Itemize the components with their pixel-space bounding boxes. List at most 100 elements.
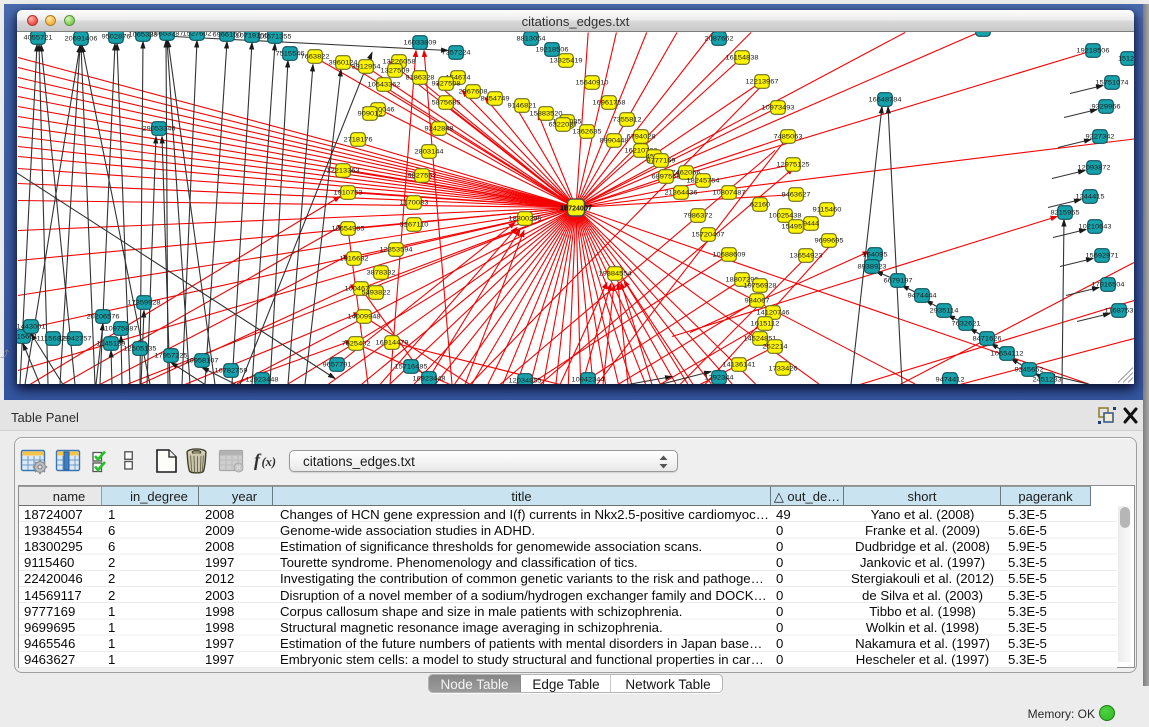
svg-text:9474412: 9474412 [936,377,966,383]
svg-text:16033809: 16033809 [404,40,438,46]
svg-text:3878332: 3878332 [367,270,397,276]
svg-text:15122: 15122 [1118,56,1134,62]
svg-text:7632621: 7632621 [952,321,982,327]
svg-text:19218506: 19218506 [536,47,570,53]
svg-text:1733426: 1733426 [769,366,799,372]
svg-text:17016504: 17016504 [1092,282,1126,288]
svg-text:16671355: 16671355 [259,34,293,40]
svg-text:10975887: 10975887 [105,326,139,332]
svg-text:14120746: 14120746 [757,310,791,316]
svg-text:18245754: 18245754 [687,178,721,184]
svg-text:15751074: 15751074 [1096,80,1130,86]
svg-text:20691406: 20691406 [65,36,99,42]
svg-text:6897568: 6897568 [652,174,682,180]
svg-text:19218506: 19218506 [1077,48,1111,54]
svg-text:10543362: 10543362 [368,82,402,88]
svg-text:17359928: 17359928 [128,300,162,306]
svg-text:2087662: 2087662 [705,36,735,42]
svg-text:9827552: 9827552 [408,173,438,179]
svg-text:9463627: 9463627 [782,192,812,198]
svg-text:9327508: 9327508 [432,81,462,87]
svg-text:20206576: 20206576 [87,314,121,320]
svg-text:12942757: 12942757 [59,336,93,342]
svg-text:8813054: 8813054 [517,36,547,42]
svg-text:16923448: 16923448 [413,376,447,382]
svg-text:2451233: 2451233 [1033,377,1063,383]
svg-text:14009948: 14009948 [348,314,382,320]
svg-text:7355812: 7355812 [613,117,643,123]
svg-text:1170083: 1170083 [400,200,430,206]
svg-text:12213363: 12213363 [327,168,361,174]
svg-text:7357224: 7357224 [442,50,472,56]
svg-text:8990448: 8990448 [600,138,630,144]
svg-text:10654985: 10654985 [332,226,366,232]
svg-text:12093872: 12093872 [1078,165,1112,171]
svg-text:5875685: 5875685 [432,100,462,106]
svg-text:6794028: 6794028 [627,134,657,140]
svg-text:10973493: 10973493 [762,105,796,111]
svg-text:9915661: 9915661 [17,334,38,340]
svg-text:9777169: 9777169 [647,158,677,164]
svg-text:252214: 252214 [763,344,789,350]
svg-text:10210643: 10210643 [1079,224,1113,230]
svg-text:18300295: 18300295 [509,216,543,222]
svg-text:9242848: 9242848 [425,126,455,132]
svg-text:10653287: 10653287 [151,32,185,38]
svg-text:1916682: 1916682 [340,256,370,262]
svg-text:8454749: 8454749 [481,96,511,102]
svg-text:12923448: 12923448 [246,377,280,383]
svg-text:12213967: 12213967 [746,79,780,85]
svg-text:1615112: 1615112 [751,321,781,327]
svg-text:9115460: 9115460 [813,207,843,213]
svg-text:1443001: 1443001 [17,324,46,330]
svg-text:15692971: 15692971 [1086,253,1120,259]
svg-text:10025438: 10025438 [769,213,803,219]
svg-text:984067: 984067 [745,298,771,304]
svg-text:(x): (x) [262,455,277,469]
svg-text:7986372: 7986372 [684,213,714,219]
svg-text:19384554: 19384554 [599,271,633,277]
svg-text:15720407: 15720407 [692,232,726,238]
svg-text:7625402: 7625402 [342,341,372,347]
svg-text:8215955: 8215955 [1051,210,1081,216]
svg-text:16914479: 16914479 [376,340,410,346]
svg-text:9227342: 9227342 [1086,134,1116,140]
svg-text:1244415: 1244415 [1076,194,1106,200]
svg-text:909012: 909012 [358,111,384,117]
svg-text:13654923: 13654923 [790,253,824,259]
svg-text:5493822: 5493822 [362,290,392,296]
svg-text:10942344: 10942344 [572,377,606,383]
svg-text:6679197: 6679197 [884,278,914,284]
svg-text:17957225: 17957225 [155,353,189,359]
svg-text:9657791: 9657791 [323,362,353,368]
svg-text:16961758: 16961758 [593,100,627,106]
svg-text:10958107: 10958107 [186,358,220,364]
svg-text:10688609: 10688609 [713,252,747,258]
svg-text:9146821: 9146821 [508,103,538,109]
svg-text:2803144: 2803144 [415,149,445,155]
svg-text:9502876: 9502876 [102,34,132,40]
svg-text:8938923: 8938923 [858,264,888,270]
svg-text:1145139: 1145139 [97,341,127,347]
svg-text:1362635: 1362635 [573,129,603,135]
svg-text:12034855: 12034855 [509,378,543,384]
svg-text:9245652: 9245652 [1015,367,1045,373]
svg-text:1910753: 1910753 [334,190,364,196]
svg-text:2967608: 2967608 [459,89,489,95]
svg-text:2718176: 2718176 [344,137,374,143]
svg-text:12975125: 12975125 [777,162,811,168]
svg-text:1327509: 1327509 [381,68,411,74]
svg-text:10807487: 10807487 [713,190,747,196]
svg-text:9474444: 9474444 [908,293,938,299]
svg-text:13325419: 13325419 [550,58,584,64]
svg-text:62160: 62160 [750,202,771,208]
svg-text:8813014: 8813014 [969,32,999,34]
svg-text:16648784: 16648784 [869,97,903,103]
svg-text:14136141: 14136141 [723,362,757,368]
svg-text:16154838: 16154838 [726,55,760,61]
svg-text:29053346: 29053346 [143,126,177,132]
svg-text:15883520: 15883520 [530,111,564,117]
svg-text:2935114: 2935114 [930,308,960,314]
svg-text:1292344: 1292344 [705,375,735,381]
svg-text:4055721: 4055721 [24,35,54,41]
